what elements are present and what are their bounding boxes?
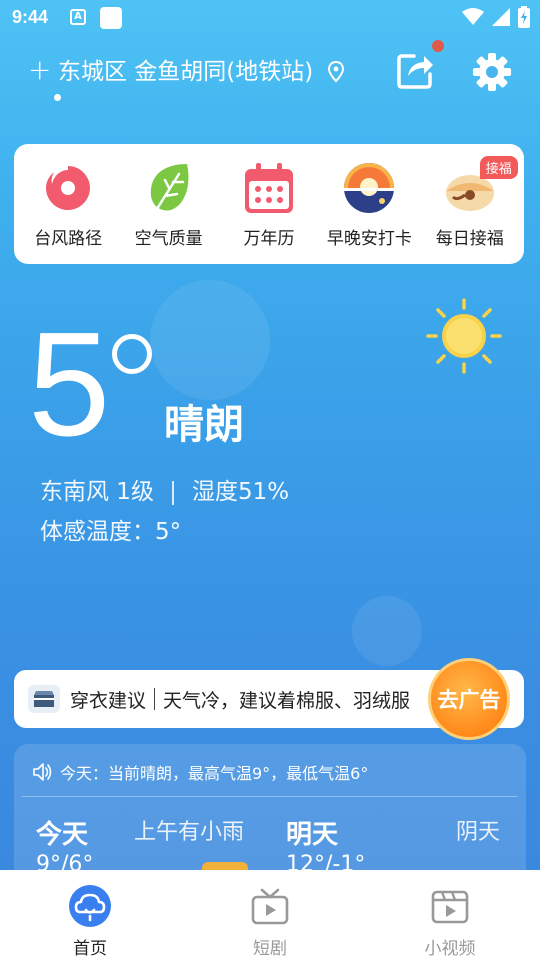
degree-symbol (112, 334, 152, 374)
calendar-icon (244, 162, 293, 213)
wifi-icon (462, 8, 484, 25)
sun-icon (426, 298, 502, 374)
divider (22, 796, 518, 797)
tool-label: 每日接福 (435, 228, 504, 249)
forecast-day-today: 今天 (36, 820, 89, 850)
tool-air-quality[interactable]: 空气质量 (119, 160, 219, 249)
battery-icon (518, 6, 530, 28)
location-name[interactable]: 东城区 金鱼胡同(地铁站) (58, 58, 313, 86)
typhoon-icon (46, 165, 91, 210)
page-indicator-dot (54, 94, 61, 101)
current-condition: 晴朗 (164, 402, 244, 448)
home-cloud-icon (69, 885, 111, 927)
forecast-condition-tomorrow: 阴天 (456, 820, 501, 845)
tool-blessing[interactable]: 接福 每日接福 (420, 155, 520, 249)
nav-label: 首页 (73, 939, 107, 959)
feels-like-text: 体感温度：5° (40, 519, 182, 545)
tool-label: 万年历 (243, 228, 295, 249)
forecast-notice-text: 今天：当前晴朗，最高气温9°，最低气温6° (60, 764, 369, 783)
bottom-navigation: 首页 短剧 小视频 (0, 870, 540, 960)
tool-label: 早晚安打卡 (326, 228, 412, 249)
add-city-icon[interactable]: + (28, 56, 51, 84)
clothing-text: 天气冷，建议着棉服、羽绒服 (163, 689, 411, 712)
wind-text: 东南风 1级 (40, 479, 154, 505)
tv-icon (251, 888, 289, 925)
header: + 东城区 金鱼胡同(地铁站) (0, 40, 540, 104)
forecast-card: 今天：当前晴朗，最高气温9°，最低气温6° 今天 上午有小雨 9°/6° 明天 … (14, 744, 526, 884)
clothing-icon (28, 685, 60, 713)
location-pin-icon (328, 61, 344, 83)
speaker-icon (33, 763, 52, 781)
notification-dot (432, 40, 444, 52)
tools-card: 台风路径 空气质量 万年历 早晚安打卡 接福 每日接福 (14, 144, 524, 264)
forecast-notice: 今天：当前晴朗，最高气温9°，最低气温6° (32, 760, 368, 784)
current-temperature: 5 (28, 302, 111, 467)
forecast-day-tomorrow: 明天 (286, 820, 339, 850)
tool-label: 空气质量 (134, 228, 203, 249)
humidity-text: 湿度51% (191, 479, 290, 505)
separator (171, 480, 174, 505)
signal-icon (492, 8, 510, 26)
background-bubble (150, 280, 270, 400)
settings-gear-icon[interactable] (470, 50, 514, 94)
nav-short-video[interactable]: 小视频 (360, 870, 540, 960)
background-bubble (352, 596, 422, 666)
tool-calendar[interactable]: 万年历 (219, 160, 319, 249)
tool-label: 台风路径 (34, 228, 103, 249)
status-bar: 9:44 A (0, 0, 540, 36)
share-icon[interactable] (396, 50, 436, 90)
status-time: 9:44 (12, 7, 49, 27)
leaf-icon (150, 163, 189, 213)
clothing-title: 穿衣建议 (70, 689, 147, 712)
nav-short-drama[interactable]: 短剧 (180, 870, 360, 960)
video-icon (431, 890, 469, 924)
remove-ads-button[interactable]: 去广告 (428, 658, 510, 740)
blessing-badge: 接福 (479, 155, 518, 179)
sunrise-icon (344, 162, 395, 213)
wind-humidity-line: 东南风 1级 湿度51% (40, 472, 289, 506)
notification-square-icon (100, 7, 122, 29)
separator (154, 688, 156, 710)
status-icons (462, 6, 530, 28)
nav-label: 短剧 (253, 939, 287, 959)
nav-home[interactable]: 首页 (0, 870, 180, 960)
tool-typhoon[interactable]: 台风路径 (18, 160, 118, 249)
nav-label: 小视频 (424, 939, 476, 959)
forecast-condition-today: 上午有小雨 (134, 820, 245, 845)
tool-checkin[interactable]: 早晚安打卡 (319, 160, 419, 249)
notification-a-icon: A (70, 9, 86, 25)
